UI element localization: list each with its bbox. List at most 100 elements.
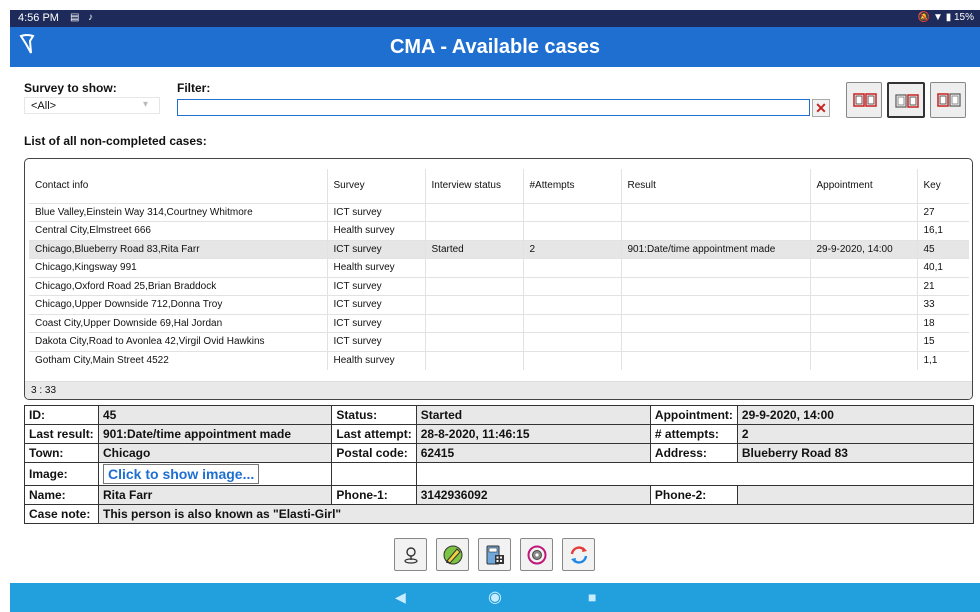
column-header-attempts[interactable]: #Attempts [522,169,621,203]
cell-key: 45 [916,239,969,259]
home-icon[interactable]: ◉ [488,587,502,607]
table-row[interactable]: Chicago,Upper Downside 712,Donna Troy IC… [29,295,969,314]
filter-input[interactable] [177,99,810,116]
table-row[interactable]: Dakota City,Road to Avonlea 42,Virgil Ov… [29,332,969,351]
town-value: Chicago [97,443,333,463]
map-location-button[interactable] [394,538,427,571]
app-header: CMA - Available cases [10,27,980,67]
cell-status [424,313,523,333]
cases-table-container: Contact info Survey Interview status #At… [24,158,973,400]
cell-key: 33 [916,295,969,314]
cell-result [620,313,810,333]
cell-survey: Health survey [326,350,425,370]
clock: 4:56 PM [18,12,59,24]
survey-label: Survey to show: [24,81,117,95]
cell-survey: ICT survey [326,295,425,314]
cell-appointment [809,276,917,296]
cell-result [620,276,810,296]
page-title: CMA - Available cases [389,36,601,58]
cell-status [424,350,523,370]
cell-key: 16,1 [916,221,969,240]
town-label: Town: [24,443,99,463]
toolbar-button-2[interactable] [887,82,925,118]
cases-table: Contact info Survey Interview status #At… [29,169,969,370]
sync-icon [570,546,588,564]
cell-appointment [809,202,917,222]
table-row[interactable]: Blue Valley,Einstein Way 314,Courtney Wh… [29,202,969,222]
cell-result [620,332,810,351]
last-result-label: Last result: [24,424,99,444]
cell-appointment [809,313,917,333]
cell-status [424,202,523,222]
image-cell: Click to show image... [97,462,333,486]
clear-filter-button[interactable]: ✕ [812,99,830,117]
cell-result [620,221,810,240]
empty-cell [331,462,417,486]
copy-forms-alt-icon [937,93,961,107]
postal-code-label: Postal code: [331,443,417,463]
cell-contact: Chicago,Blueberry Road 83,Rita Farr [29,239,327,259]
name-label: Name: [24,485,99,505]
cell-contact: Central City,Elmstreet 666 [29,221,327,240]
column-header-survey[interactable]: Survey [326,169,425,203]
column-header-appointment[interactable]: Appointment [809,169,917,203]
table-row[interactable]: Chicago,Oxford Road 25,Brian Braddock IC… [29,276,969,296]
phone1-label: Phone-1: [331,485,417,505]
filter-label: Filter: [177,81,211,95]
appointment-value: 29-9-2020, 14:00 [736,405,975,425]
cell-result [620,202,810,222]
cell-key: 40,1 [916,258,969,277]
empty-cell [415,462,975,486]
cell-attempts [522,276,621,296]
cell-appointment [809,221,917,240]
gallery-icon: ▤ [70,12,80,23]
column-header-result[interactable]: Result [620,169,810,203]
cell-status [424,221,523,240]
row-count: 3 : 33 [25,381,972,399]
calculator-icon [486,545,504,565]
last-attempt-label: Last attempt: [331,424,417,444]
name-value: Rita Farr [97,485,333,505]
table-row[interactable]: Chicago,Kingsway 991 Health survey 40,1 [29,258,969,277]
cell-contact: Dakota City,Road to Avonlea 42,Virgil Ov… [29,332,327,351]
cell-key: 1,1 [916,350,969,370]
cell-contact: Blue Valley,Einstein Way 314,Courtney Wh… [29,202,327,222]
back-icon[interactable]: ◀ [395,589,406,606]
cell-survey: Health survey [326,221,425,240]
system-status-icons: 🔕 ▼ ▮ 15% [917,12,974,23]
table-row-selected[interactable]: Chicago,Blueberry Road 83,Rita Farr ICT … [29,239,969,259]
show-image-link[interactable]: Click to show image... [102,464,260,484]
toolbar-button-3[interactable] [930,82,966,118]
toolbar-button-1[interactable] [846,82,882,118]
last-attempt-value: 28-8-2020, 11:46:15 [415,424,651,444]
list-title: List of all non-completed cases: [24,134,207,148]
table-row[interactable]: Gotham City,Main Street 4522 Health surv… [29,350,969,370]
case-note-value: This person is also known as "Elasti-Gir… [97,504,975,524]
table-row[interactable]: Central City,Elmstreet 666 Health survey… [29,221,969,240]
recents-icon[interactable]: ■ [588,589,596,605]
start-interview-button[interactable] [436,538,469,571]
cell-status: Started [424,239,523,259]
cell-survey: Health survey [326,258,425,277]
attempts-value: 2 [736,424,975,444]
column-header-key[interactable]: Key [916,169,969,203]
image-label: Image: [24,462,99,486]
settings-cycle-icon [527,545,547,565]
cell-key: 27 [916,202,969,222]
column-header-contact[interactable]: Contact info [29,169,327,203]
case-note-label: Case note: [24,504,99,524]
cell-result [620,350,810,370]
table-row[interactable]: Coast City,Upper Downside 69,Hal Jordan … [29,313,969,333]
calculator-button[interactable] [478,538,511,571]
sync-button[interactable] [562,538,595,571]
settings-button[interactable] [520,538,553,571]
column-header-status[interactable]: Interview status [424,169,523,203]
survey-select[interactable]: <All> ▾ [24,97,160,114]
phone2-value [736,485,975,505]
status-value: Started [415,405,651,425]
cell-result: 901:Date/time appointment made [620,239,810,259]
cell-survey: ICT survey [326,202,425,222]
address-value: Blueberry Road 83 [736,443,975,463]
survey-select-value: <All> [31,100,57,112]
cell-key: 21 [916,276,969,296]
